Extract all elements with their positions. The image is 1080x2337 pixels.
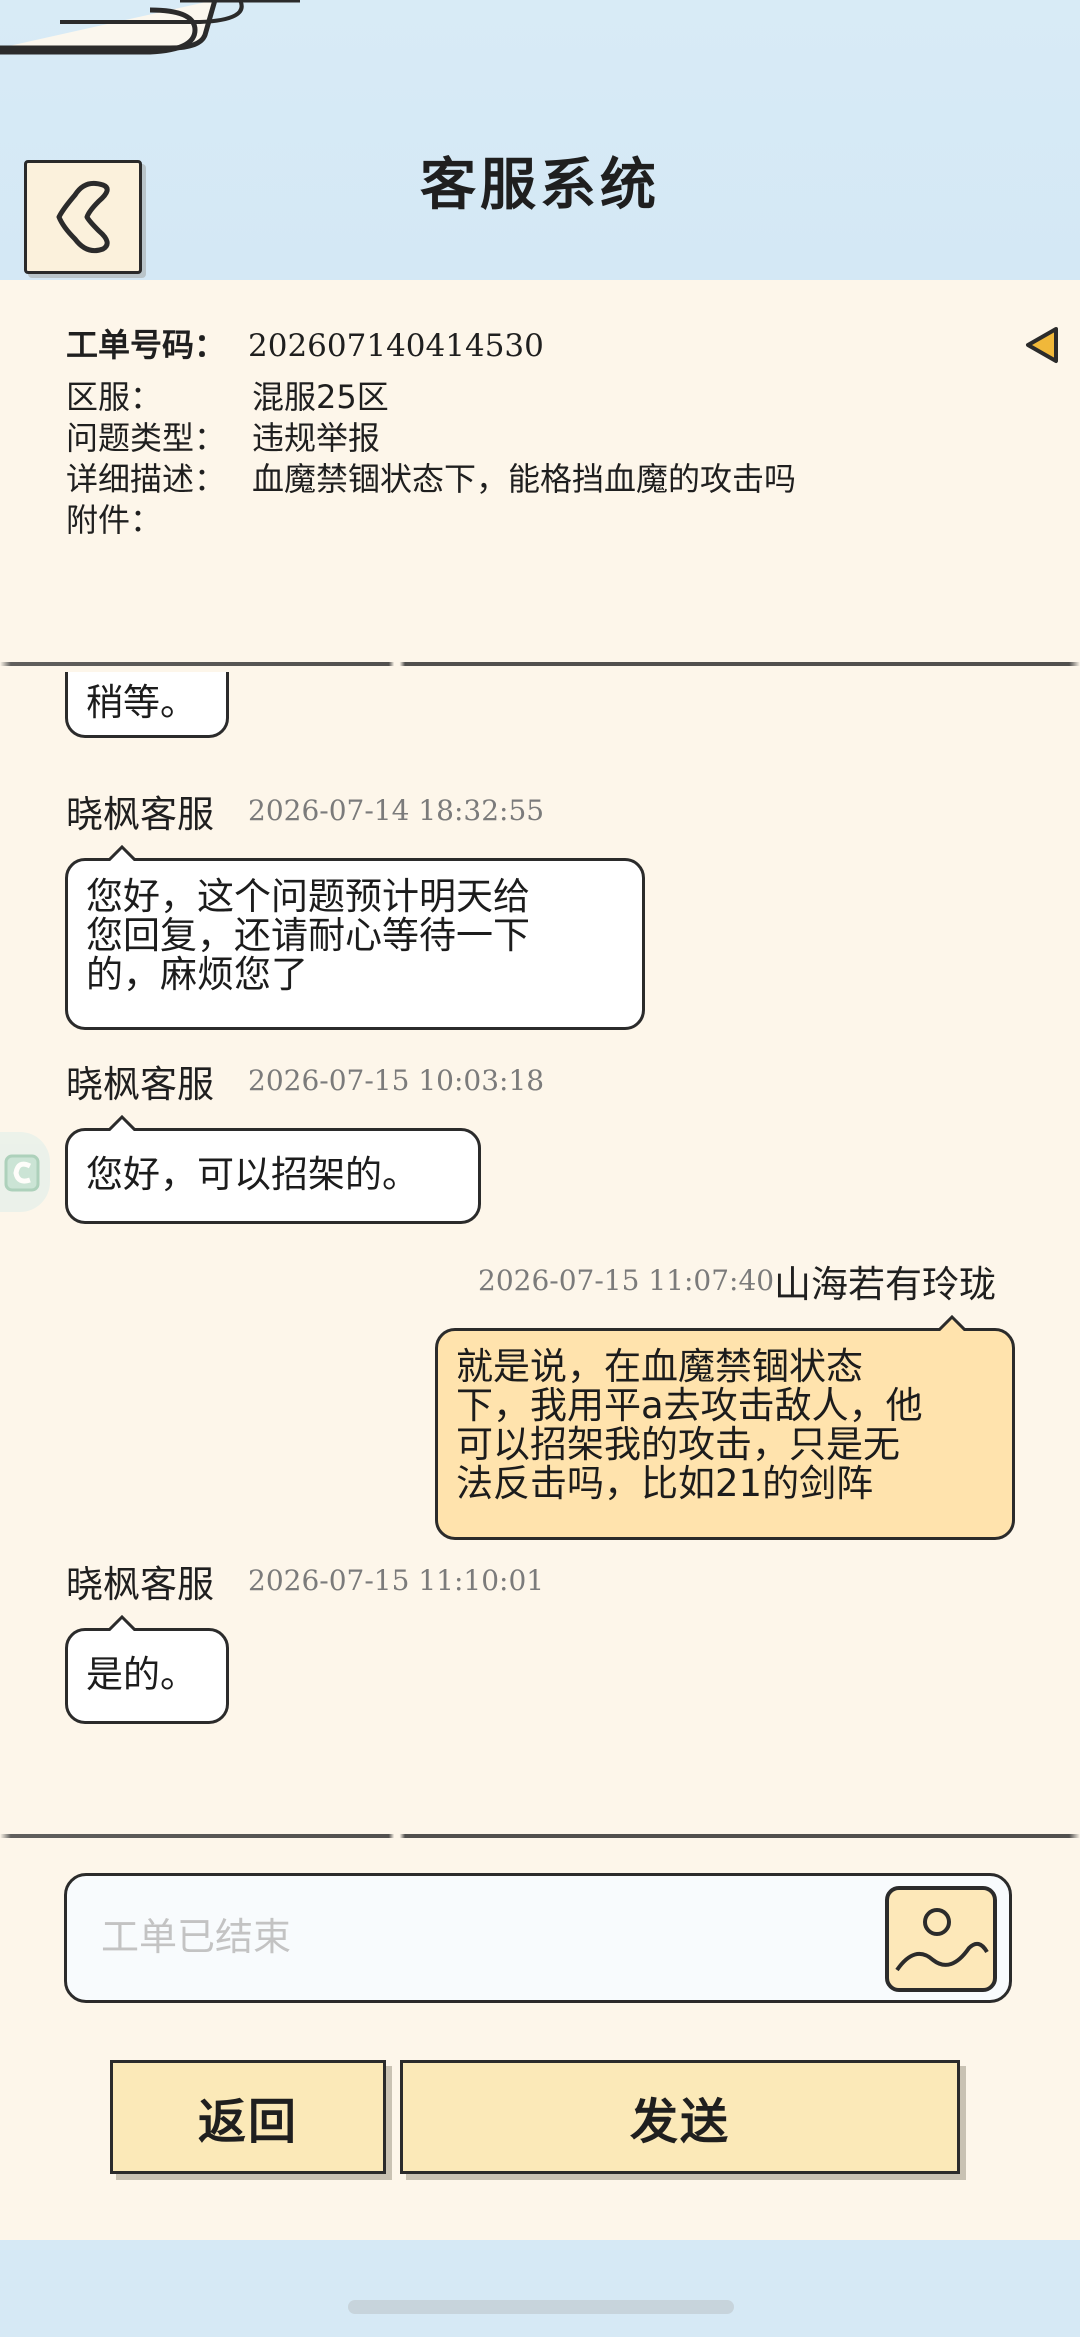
bubble-tail-icon (108, 1115, 136, 1131)
message-input[interactable]: 工单已结束 (64, 1873, 1012, 2003)
return-button-label: 返回 (197, 2094, 298, 2150)
message-line: 就是说，在血魔禁锢状态 (456, 1345, 863, 1388)
ticket-type-label: 问题类型： (66, 419, 227, 457)
chat-list[interactable]: 稍等。 晓枫客服 2026-07-14 18:32:55 您好，这个问题预计明天… (0, 672, 1080, 1780)
side-tab-icon (4, 1154, 40, 1192)
cloud-decoration-icon (0, 0, 300, 55)
message-line: 法反击吗，比如21的剑阵 (456, 1462, 874, 1505)
bubble-tail-icon (108, 845, 136, 861)
send-button[interactable]: 发送 (400, 2060, 960, 2174)
ticket-attach-row: 附件： (66, 500, 1026, 541)
message-time: 2026-07-15 11:10:01 (248, 1564, 545, 1597)
side-tab[interactable] (0, 1132, 50, 1212)
bubble-tail-icon (108, 1615, 136, 1631)
ticket-type-value: 违规举报 (252, 419, 381, 457)
message-text: 您好，可以招架的。 (86, 1153, 419, 1196)
message-line: 可以招架我的攻击，只是无 (456, 1423, 900, 1466)
return-button[interactable]: 返回 (110, 2060, 386, 2174)
home-indicator[interactable] (348, 2300, 734, 2314)
message-bubble: 是的。 (65, 1615, 229, 1724)
message-bubble: 您好，可以招架的。 (65, 1115, 481, 1224)
ticket-attach-label: 附件： (66, 501, 163, 539)
ticket-desc-value: 血魔禁锢状态下，能格挡血魔的攻击吗 (252, 460, 797, 498)
message-bubble: 稍等。 (65, 672, 229, 738)
bottom-bar (0, 2240, 1080, 2337)
send-button-label: 发送 (629, 2094, 730, 2150)
sender-name: 晓枫客服 (66, 793, 214, 836)
message-line: 您好，这个问题预计明天给 (86, 875, 530, 918)
divider-bottom (0, 1834, 1080, 1838)
ticket-server-value: 混服25区 (252, 378, 389, 416)
ticket-info: 工单号码： 202607140414530 区服： 混服25区 问题类型： 违规… (66, 325, 1058, 541)
message-line: 您回复，还请耐心等待一下 (86, 914, 530, 957)
message-line: 的，麻烦您了 (86, 953, 308, 996)
ticket-number-row: 工单号码： 202607140414530 (66, 325, 1026, 367)
message-text: 是的。 (86, 1653, 197, 1696)
image-upload-icon (895, 1908, 989, 1972)
ticket-number-label: 工单号码： (66, 326, 227, 364)
message-bubble: 您好，这个问题预计明天给 您回复，还请耐心等待一下 的，麻烦您了 (65, 845, 645, 1030)
message-time: 2026-07-15 11:07:40 (478, 1264, 775, 1297)
ticket-server-label: 区服： (66, 378, 163, 416)
message-time: 2026-07-15 10:03:18 (248, 1064, 545, 1097)
ticket-number-value: 202607140414530 (248, 328, 544, 364)
message-bubble-user: 就是说，在血魔禁锢状态 下，我用平a去攻击敌人，他 可以招架我的攻击，只是无 法… (435, 1315, 1015, 1540)
divider-top (0, 662, 1080, 666)
collapse-arrow-icon[interactable] (1024, 325, 1060, 365)
ticket-desc-label: 详细描述： (66, 460, 227, 498)
message-time: 2026-07-14 18:32:55 (248, 794, 545, 827)
ticket-desc-row: 详细描述： 血魔禁锢状态下，能格挡血魔的攻击吗 (66, 459, 1026, 500)
bubble-tail-icon (938, 1315, 966, 1331)
message-line: 下，我用平a去攻击敌人，他 (456, 1384, 923, 1427)
sender-name: 晓枫客服 (66, 1563, 214, 1606)
sender-name: 晓枫客服 (66, 1063, 214, 1106)
page-title: 客服系统 (420, 153, 660, 218)
message-text: 稍等。 (86, 681, 197, 724)
customer-service-screen: 客服系统 工单号码： 202607140414530 区服： 混服25区 问题类… (0, 0, 1080, 2337)
input-placeholder: 工单已结束 (101, 1915, 292, 1959)
image-upload-button[interactable] (885, 1886, 997, 1992)
ticket-type-row: 问题类型： 违规举报 (66, 418, 1026, 459)
sender-name: 山海若有玲珑 (774, 1263, 996, 1306)
ticket-server-row: 区服： 混服25区 (66, 377, 1026, 418)
header: 客服系统 (0, 0, 1080, 280)
